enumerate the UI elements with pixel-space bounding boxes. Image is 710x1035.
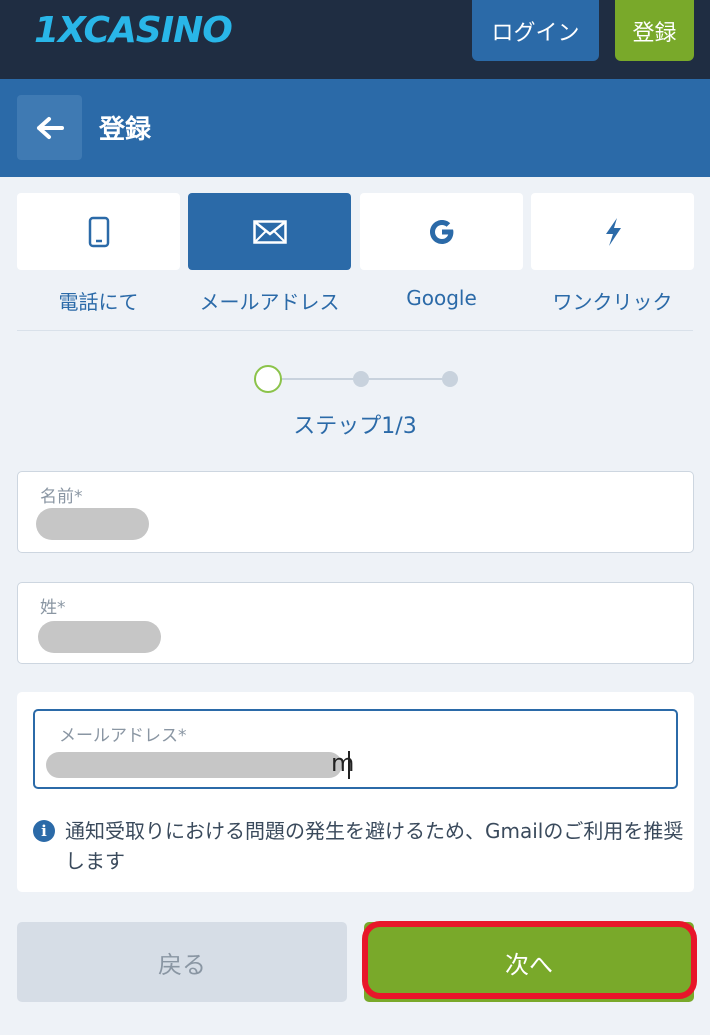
envelope-icon [252, 219, 287, 244]
tab-phone-label[interactable]: 電話にて [17, 286, 180, 315]
step-text: ステップ1/3 [293, 414, 417, 439]
gmail-recommendation-text: 通知受取りにおける問題の発生を避けるため、Gmailのご利用を推奨します [65, 819, 684, 873]
last-name-field[interactable]: 姓* [17, 582, 694, 664]
tab-phone[interactable] [17, 193, 180, 270]
email-visible-text: m [331, 749, 355, 777]
tab-one-click[interactable] [531, 193, 694, 270]
page-title: 登録 [99, 115, 152, 145]
info-icon: i [33, 820, 55, 842]
brand-logo[interactable]: 1XCASINO [34, 8, 233, 52]
tab-google[interactable] [360, 193, 523, 270]
email-card: メールアドレス* m i 通知受取りにおける問題の発生を避けるため、Gmailの… [17, 692, 694, 892]
step-3-indicator [442, 371, 458, 387]
tab-email-label[interactable]: メールアドレス [188, 286, 351, 315]
tab-google-label[interactable]: Google [360, 286, 523, 310]
step-2-indicator [353, 371, 369, 387]
last-name-label: 姓* [40, 598, 66, 618]
register-button[interactable]: 登録 [615, 0, 694, 61]
first-name-label: 名前* [40, 487, 83, 507]
text-cursor [348, 751, 350, 779]
section-divider [17, 330, 693, 331]
arrow-left-icon [36, 116, 64, 139]
lightning-icon [605, 217, 621, 246]
first-name-field[interactable]: 名前* [17, 471, 694, 553]
google-icon [429, 219, 453, 244]
email-field[interactable]: メールアドレス* m [33, 709, 678, 789]
login-button[interactable]: ログイン [472, 0, 599, 61]
top-header: 1XCASINO ログイン 登録 [0, 0, 710, 79]
step-1-indicator [254, 365, 282, 393]
back-button[interactable]: 戻る [17, 922, 347, 1002]
redacted-value [38, 621, 161, 653]
redacted-value [36, 508, 149, 540]
tab-email[interactable] [188, 193, 351, 270]
tab-one-click-label[interactable]: ワンクリック [531, 286, 694, 315]
next-button[interactable]: 次へ [364, 922, 694, 1002]
back-arrow-button[interactable] [17, 95, 82, 160]
phone-icon [88, 216, 109, 247]
page-titlebar: 登録 [0, 79, 710, 177]
email-label: メールアドレス* [59, 726, 187, 746]
redacted-value [46, 752, 342, 778]
